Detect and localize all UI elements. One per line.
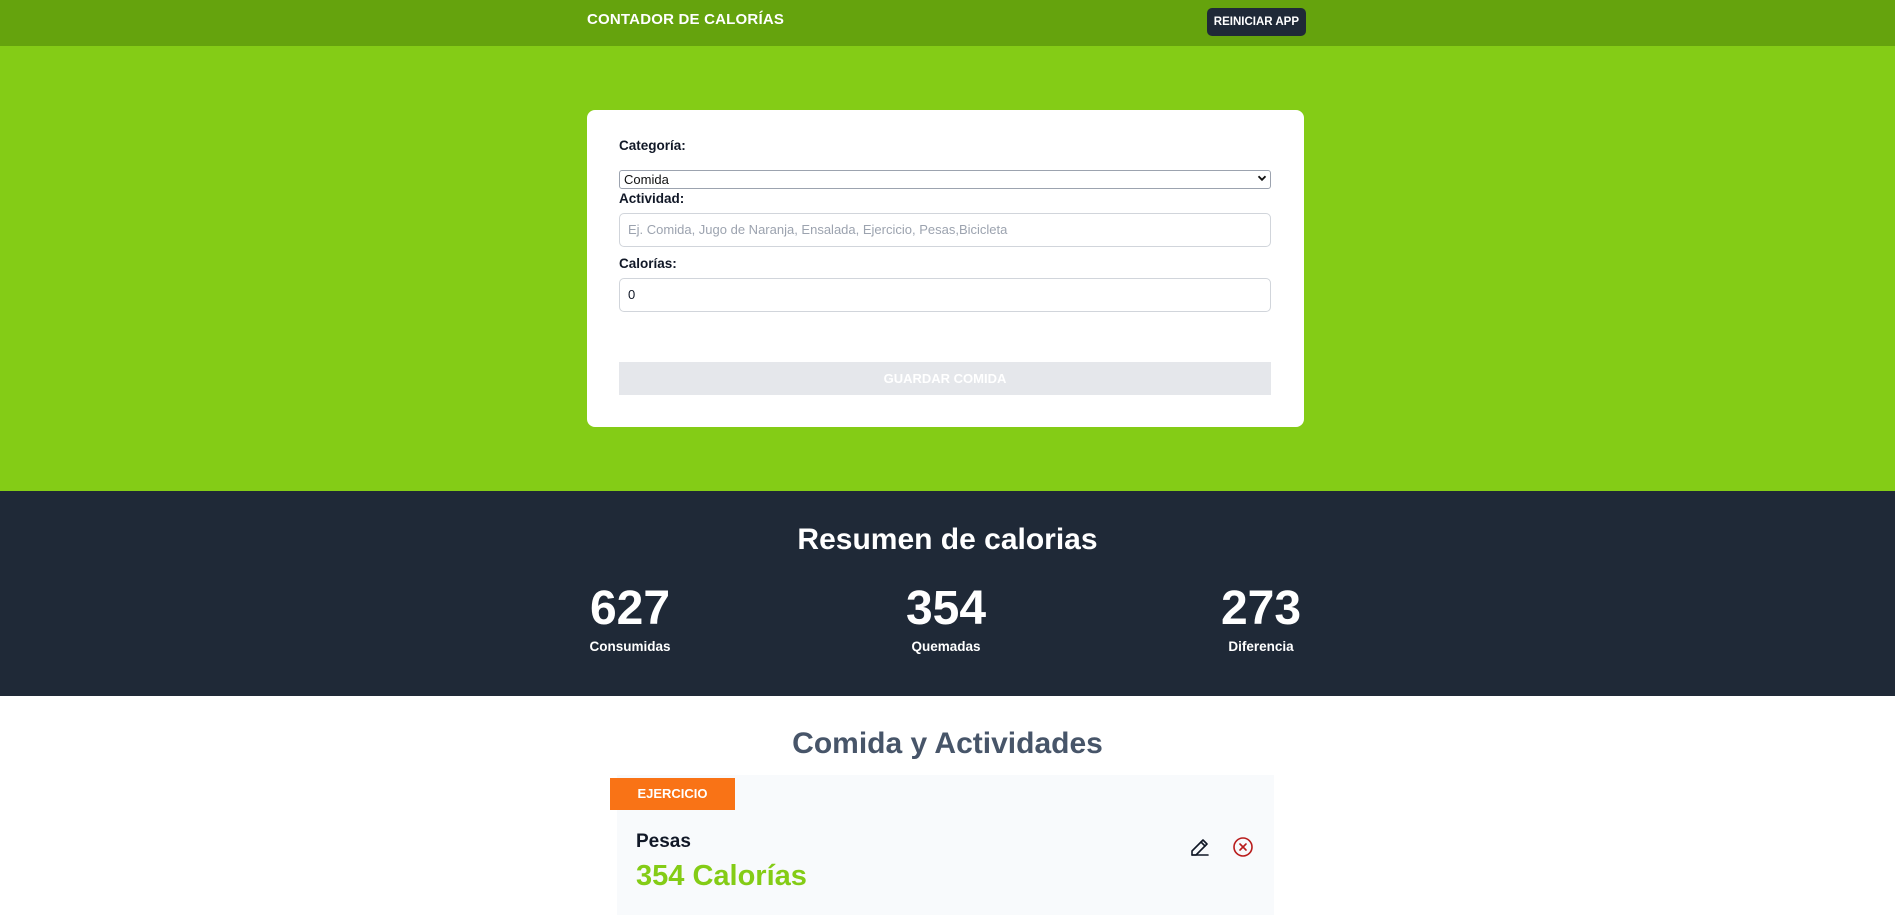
list-item: EJERCICIO Pesas 354 Calorías <box>610 775 1274 915</box>
form-section: Categoría: Comida Actividad: Ej. Comida,… <box>0 46 1895 491</box>
delete-button[interactable] <box>1230 835 1256 861</box>
save-button[interactable]: GUARDAR COMIDA <box>619 362 1271 395</box>
reset-app-button[interactable]: REINICIAR APP <box>1206 8 1306 36</box>
list-title: Comida y Actividades <box>792 727 1103 760</box>
edit-icon <box>1188 839 1212 862</box>
activity-list-section: Comida y Actividades EJERCICIO Pesas 354… <box>0 696 1895 915</box>
stat-difference-value: 273 <box>1220 582 1302 635</box>
stat-consumed-value: 627 <box>589 582 671 635</box>
stat-burned-value: 354 <box>905 582 987 635</box>
activity-input[interactable]: Ej. Comida, Jugo de Naranja, Ensalada, E… <box>619 213 1271 247</box>
edit-button[interactable] <box>1187 835 1213 861</box>
top-bar: CONTADOR DE CALORÍAS REINICIAR APP <box>0 0 1895 46</box>
calories-label: Calorías: <box>619 256 677 271</box>
activity-calories: 354 Calorías <box>636 860 807 892</box>
activity-label: Actividad: <box>619 191 685 206</box>
calories-input[interactable]: 0 <box>619 278 1271 312</box>
chevron-down-icon <box>1257 172 1267 189</box>
stat-difference-label: Diferencia <box>1228 639 1294 654</box>
app-title: CONTADOR DE CALORÍAS <box>587 11 785 28</box>
category-select-value: Comida <box>624 172 669 187</box>
stat-consumed: 627 Consumidas <box>550 582 710 655</box>
activity-name: Pesas <box>636 831 691 852</box>
top-bar-inner: CONTADOR DE CALORÍAS REINICIAR APP <box>587 0 1306 46</box>
delete-icon <box>1231 837 1255 862</box>
category-label: Categoría: <box>619 138 686 153</box>
stat-consumed-label: Consumidas <box>589 639 671 654</box>
category-select[interactable]: Comida <box>619 170 1271 189</box>
activity-form: Categoría: Comida Actividad: Ej. Comida,… <box>587 110 1304 427</box>
calorie-summary: Resumen de calorias 627 Consumidas 354 Q… <box>0 491 1895 696</box>
stat-burned-label: Quemadas <box>911 639 981 654</box>
stat-burned: 354 Quemadas <box>866 582 1026 655</box>
stat-difference: 273 Diferencia <box>1181 582 1341 655</box>
summary-title: Resumen de calorias <box>797 523 1098 556</box>
category-badge: EJERCICIO <box>610 778 735 810</box>
